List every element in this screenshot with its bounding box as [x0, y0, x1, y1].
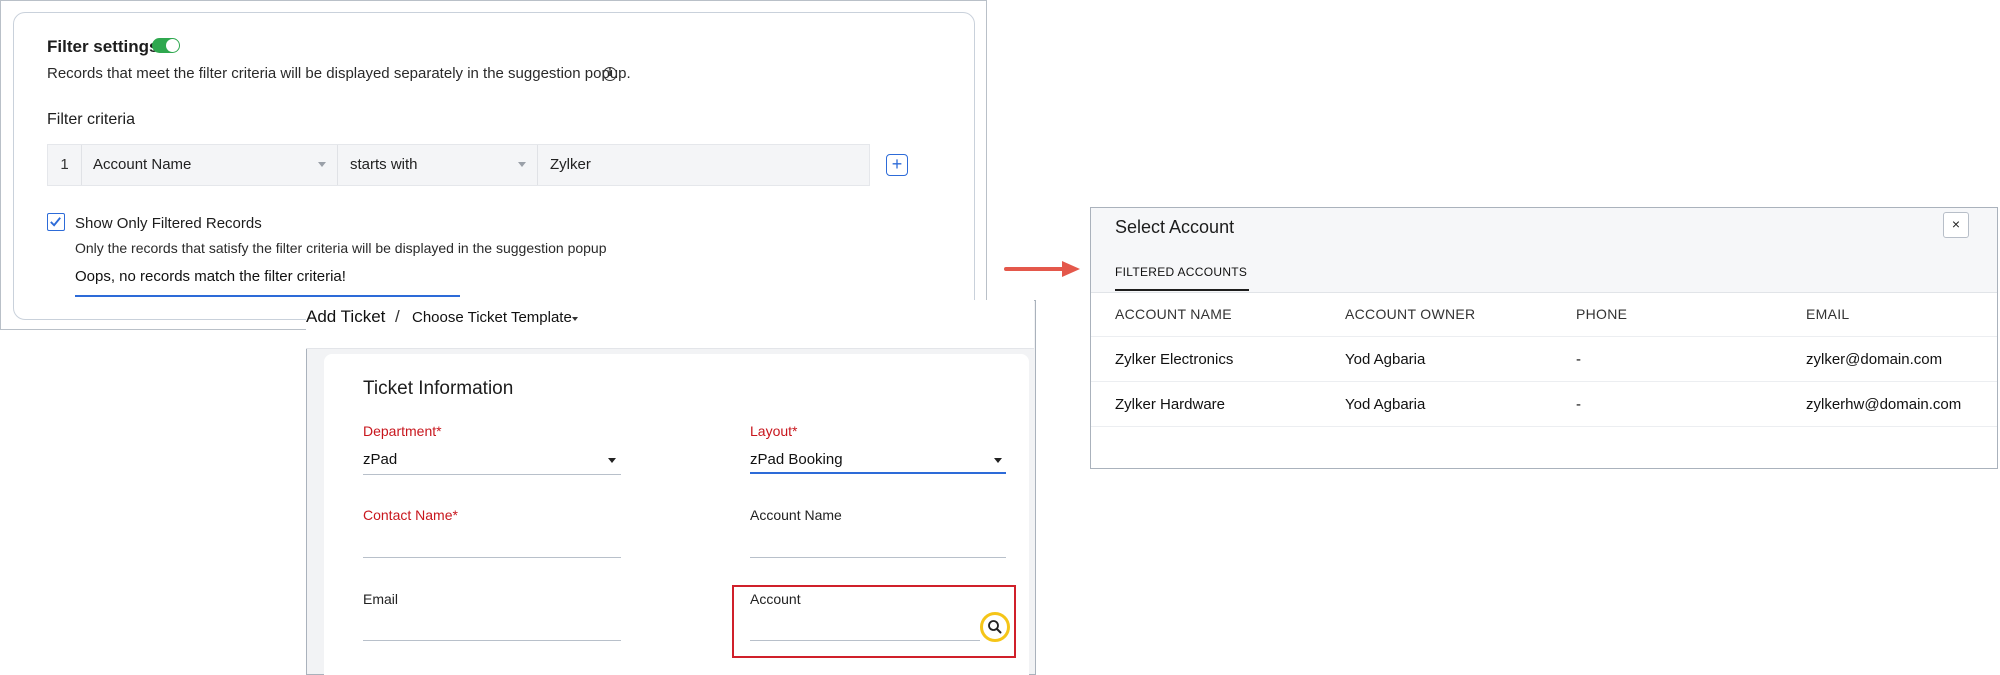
- criteria-operator-label: starts with: [350, 156, 418, 173]
- table-row-2-owner: Yod Agbaria: [1345, 396, 1426, 413]
- chevron-down-icon: [318, 162, 326, 167]
- filter-criteria-row: 1 Account Name starts with Zylker: [47, 144, 870, 186]
- modal-title: Select Account: [1115, 217, 1235, 237]
- column-header-account-name[interactable]: ACCOUNT NAME: [1115, 306, 1232, 322]
- account-label: Account: [750, 591, 801, 607]
- email-input[interactable]: [363, 640, 621, 641]
- criteria-value-text: Zylker: [550, 156, 591, 173]
- breadcrumb-separator: /: [395, 307, 400, 326]
- account-name-input[interactable]: [750, 557, 1006, 558]
- email-label: Email: [363, 591, 399, 607]
- table-row-1-email: zylker@domain.com: [1806, 351, 1943, 368]
- add-ticket-title: Add Ticket: [306, 307, 386, 326]
- filter-toggle[interactable]: [152, 38, 180, 53]
- department-select[interactable]: zPad: [363, 451, 397, 468]
- criteria-number: 1: [48, 145, 82, 185]
- column-header-phone[interactable]: PHONE: [1576, 306, 1627, 322]
- search-icon: [988, 620, 1002, 634]
- contact-name-input[interactable]: [363, 557, 621, 558]
- account-name-label: Account Name: [750, 507, 842, 523]
- department-underline: [363, 474, 621, 475]
- layout-label: Layout*: [750, 423, 798, 439]
- table-row-1-name[interactable]: Zylker Electronics: [1115, 351, 1233, 368]
- table-row-2-phone: -: [1576, 396, 1581, 413]
- table-divider: [1091, 336, 1997, 337]
- column-header-email[interactable]: EMAIL: [1806, 306, 1850, 322]
- filter-settings-title: Filter settings: [47, 37, 159, 56]
- show-only-filtered-checkbox[interactable]: [47, 213, 65, 231]
- chevron-down-icon: [608, 458, 616, 463]
- tab-filtered-accounts[interactable]: FILTERED ACCOUNTS: [1115, 265, 1247, 279]
- filter-settings-description: Records that meet the filter criteria wi…: [47, 65, 631, 82]
- account-input[interactable]: [750, 640, 980, 641]
- ticket-information-title: Ticket Information: [363, 378, 514, 399]
- table-divider: [1091, 381, 1997, 382]
- chevron-down-icon: [994, 458, 1002, 463]
- no-records-message-input[interactable]: Oops, no records match the filter criter…: [75, 268, 346, 285]
- table-row-2-email: zylkerhw@domain.com: [1806, 396, 1962, 413]
- layout-underline: [750, 472, 1006, 474]
- criteria-value-input[interactable]: Zylker: [538, 145, 869, 185]
- criteria-operator-select[interactable]: starts with: [338, 145, 538, 185]
- department-label: Department*: [363, 423, 442, 439]
- choose-template-dropdown[interactable]: Choose Ticket Template: [412, 309, 572, 326]
- column-header-account-owner[interactable]: ACCOUNT OWNER: [1345, 306, 1475, 322]
- toggle-knob: [166, 39, 179, 52]
- active-tab-indicator: [1115, 289, 1249, 291]
- filter-criteria-label: Filter criteria: [47, 111, 136, 128]
- show-only-filtered-label: Show Only Filtered Records: [75, 215, 262, 232]
- check-icon: [50, 217, 61, 227]
- criteria-field-label: Account Name: [93, 156, 192, 173]
- layout-select[interactable]: zPad Booking: [750, 451, 843, 468]
- add-criteria-button[interactable]: +: [886, 154, 908, 176]
- close-button[interactable]: ×: [1943, 212, 1969, 238]
- table-row-1-owner: Yod Agbaria: [1345, 351, 1426, 368]
- show-only-filtered-description: Only the records that satisfy the filter…: [75, 240, 607, 256]
- table-divider: [1091, 426, 1997, 427]
- arrow-right-icon: [1004, 261, 1080, 277]
- chevron-down-icon: [518, 162, 526, 167]
- account-search-button[interactable]: [980, 612, 1010, 642]
- criteria-field-select[interactable]: Account Name: [81, 145, 338, 185]
- table-row-1-phone: -: [1576, 351, 1581, 368]
- contact-name-label: Contact Name*: [363, 507, 458, 523]
- chevron-down-icon: [572, 317, 578, 321]
- table-row-2-name[interactable]: Zylker Hardware: [1115, 396, 1225, 413]
- info-icon[interactable]: i: [603, 67, 617, 81]
- message-input-underline: [75, 295, 460, 297]
